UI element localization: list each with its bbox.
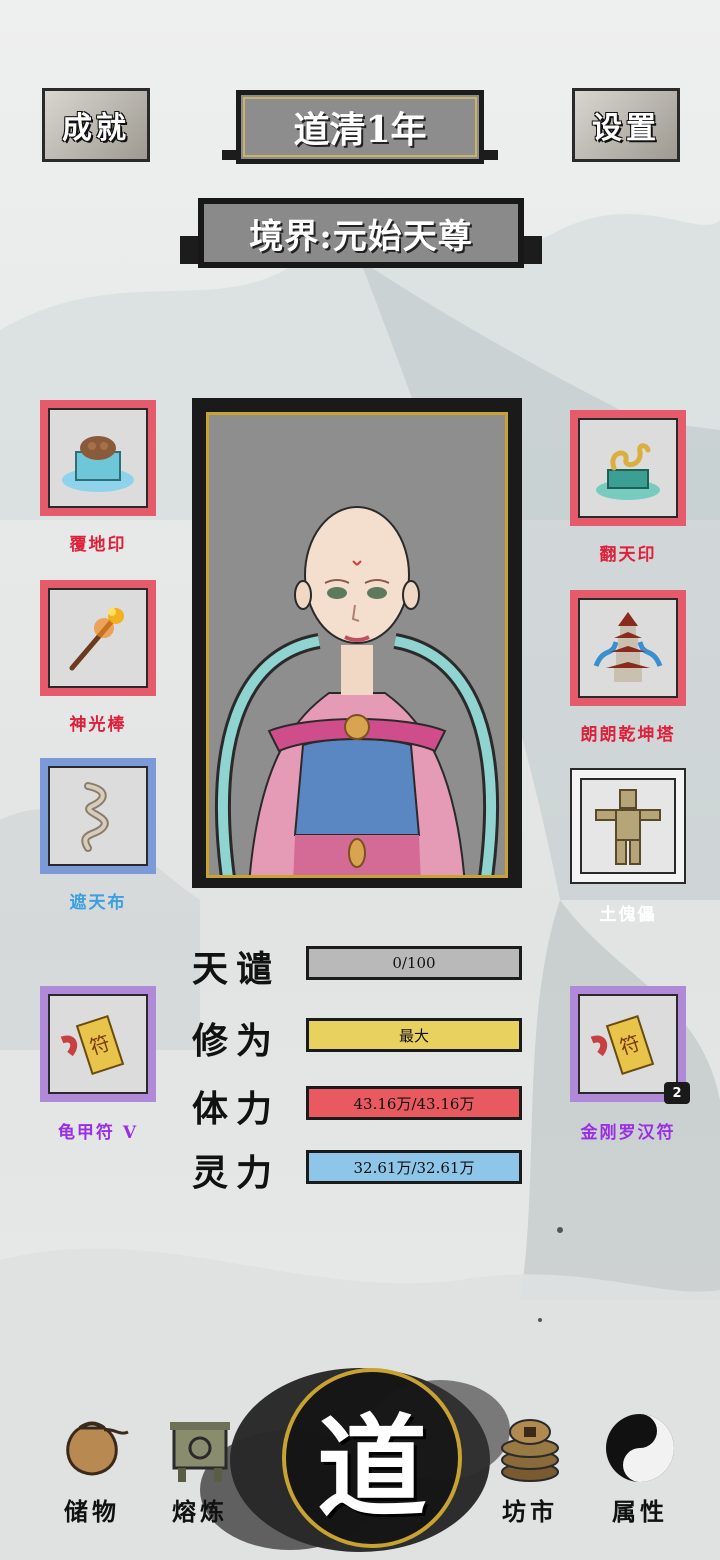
bar-lingli: 32.61万/32.61万 [306, 1150, 522, 1184]
talisman-icon: 符 [590, 1015, 655, 1075]
stat-label-tianqian: 天谴 [192, 948, 281, 990]
bar-text-xiuwei: 最大 [398, 1026, 429, 1045]
slot-label-jingang-talisman: 金刚罗汉符 [580, 1123, 676, 1143]
nav-dao-glyph: 道 [317, 1403, 427, 1532]
bar-text-tili: 43.16万/43.16万 [353, 1094, 475, 1113]
slot-inner [48, 408, 148, 508]
slot-tukuilei[interactable] [570, 768, 686, 884]
coins-icon [501, 1419, 559, 1482]
slot-label-tukuilei: 土傀儡 [599, 905, 657, 925]
slot-inner [580, 778, 676, 874]
nav-storage-label: 储物 [64, 1497, 120, 1526]
slot-inner [578, 418, 678, 518]
achievements-button[interactable]: 成就 [42, 88, 150, 162]
character-portrait [206, 412, 508, 878]
stat-label-lingli: 灵力 [192, 1152, 281, 1194]
realm-plaque: 境界:元始天尊 [198, 198, 524, 268]
bar-text-lingli: 32.61万/32.61万 [353, 1158, 475, 1177]
nav-attributes[interactable]: 属性 [590, 1408, 690, 1527]
bar-tili: 43.16万/43.16万 [306, 1086, 522, 1120]
slot-label-guijiafu: 龟甲符 V [57, 1123, 139, 1143]
nav-dao-center-button[interactable]: 道 [282, 1368, 462, 1548]
year-plaque: 道清1年 [236, 90, 484, 164]
cloth-icon [81, 782, 109, 852]
nav-storage[interactable]: 储物 [42, 1408, 142, 1527]
slot-shenguangbang[interactable] [40, 580, 156, 696]
nav-smelt[interactable]: 熔炼 [150, 1412, 250, 1527]
slot-label-fudiyin: 覆地印 [69, 535, 127, 555]
bar-xiuwei: 最大 [306, 1018, 522, 1052]
item-count-badge: 2 [664, 1082, 690, 1104]
achievements-label: 成就 [62, 111, 130, 146]
slot-langlang-tower[interactable] [570, 590, 686, 706]
slot-label-langlang-tower: 朗朗乾坤塔 [580, 725, 676, 745]
puppet-icon [595, 789, 661, 865]
pagoda-icon [593, 612, 663, 682]
plaque-ornament-left [222, 150, 236, 160]
slot-inner [578, 598, 678, 698]
bar-text-tianqian: 0/100 [392, 954, 436, 972]
realm-text: 境界:元始天尊 [249, 216, 473, 257]
nav-attributes-label: 属性 [612, 1497, 668, 1526]
nav-smelt-label: 熔炼 [172, 1497, 228, 1526]
stat-label-xiuwei: 修为 [192, 1020, 281, 1062]
character-avatar [215, 506, 499, 875]
nav-market[interactable]: 坊市 [480, 1408, 580, 1527]
slot-label-zhetianbu: 遮天布 [69, 893, 127, 913]
dragon-seal-icon [596, 443, 660, 500]
character-portrait-frame [192, 398, 522, 888]
talisman-icon: 符 [60, 1015, 125, 1075]
stat-label-tili: 体力 [192, 1088, 281, 1130]
slot-zhetianbu[interactable] [40, 758, 156, 874]
slot-guijiafu[interactable]: 符 [40, 986, 156, 1102]
slot-fudiyin[interactable] [40, 400, 156, 516]
cauldron-icon [170, 1422, 230, 1482]
slot-inner [48, 588, 148, 688]
year-text: 道清1年 [293, 109, 427, 151]
nav-market-label: 坊市 [502, 1497, 558, 1526]
slot-inner: 符 [578, 994, 678, 1094]
bar-tianqian: 0/100 [306, 946, 522, 980]
slot-label-shenguangbang: 神光棒 [69, 715, 127, 735]
slot-inner [48, 766, 148, 866]
slot-inner: 符 [48, 994, 148, 1094]
slot-fantianyin[interactable] [570, 410, 686, 526]
settings-label: 设置 [592, 111, 660, 146]
yin-yang-icon [606, 1414, 674, 1482]
seal-icon [62, 436, 134, 492]
settings-button[interactable]: 设置 [572, 88, 680, 162]
slot-label-fantianyin: 翻天印 [599, 545, 657, 565]
plaque-ornament-right [484, 150, 498, 160]
pouch-icon [66, 1421, 129, 1476]
staff-icon [69, 608, 124, 671]
